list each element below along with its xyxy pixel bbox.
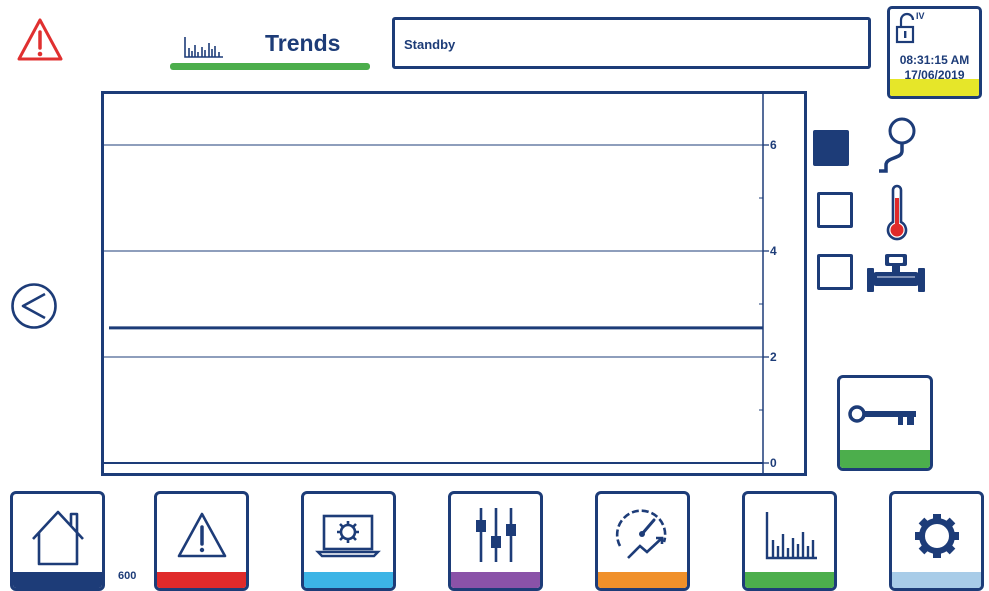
sliders-icon (476, 508, 516, 562)
trends-icon (765, 512, 817, 560)
y-tick-label: 6 (770, 138, 777, 152)
home-icon (32, 510, 84, 566)
gear-icon (915, 514, 959, 558)
status-box: Standby (392, 17, 871, 69)
page-title: Trends (265, 30, 341, 56)
maintenance-key-button[interactable] (837, 375, 933, 471)
nav-performance-button[interactable] (595, 491, 690, 591)
nav-trends-button[interactable] (742, 491, 837, 591)
nav-system-button[interactable] (301, 491, 396, 591)
nav-system-strip (304, 572, 393, 588)
flow-meter-icon (867, 254, 925, 292)
temperature-sensor-checkbox[interactable] (817, 192, 853, 228)
pressure-sensor-checkbox[interactable] (813, 130, 849, 166)
active-tab-indicator (170, 63, 370, 70)
nav-configuration-button[interactable] (889, 491, 984, 591)
trend-chart[interactable]: 0 2 4 6 (101, 91, 807, 476)
alarm-warning-icon[interactable] (17, 17, 63, 63)
access-level-label: IV (916, 11, 925, 21)
y-tick-label: 4 (770, 244, 777, 258)
unlock-icon: IV (895, 11, 925, 44)
y-tick-label: 0 (770, 456, 777, 470)
nav-settings-strip (451, 572, 540, 588)
screen-number: 600 (118, 570, 137, 582)
login-button[interactable]: IV 08:31:15 AM 17/06/2019 (887, 6, 982, 99)
nav-alarms-strip (157, 572, 246, 588)
nav-home-button[interactable] (10, 491, 105, 591)
access-level-strip (890, 79, 979, 96)
status-text: Standby (404, 37, 456, 52)
nav-settings-button[interactable] (448, 491, 543, 591)
laptop-gear-icon (315, 514, 381, 558)
key-status-strip (840, 450, 930, 468)
trend-chart-icon (184, 37, 223, 58)
nav-performance-strip (598, 572, 687, 588)
pressure-sensor-icon (879, 117, 916, 173)
key-icon (848, 405, 916, 425)
back-button[interactable] (10, 272, 58, 340)
chart-frame (101, 91, 807, 476)
thermometer-icon (886, 184, 908, 241)
nav-configuration-strip (892, 572, 981, 588)
speedometer-icon (615, 509, 667, 559)
warning-icon (177, 512, 227, 558)
nav-home-strip (13, 572, 102, 588)
nav-alarms-button[interactable] (154, 491, 249, 591)
nav-trends-strip (745, 572, 834, 588)
current-time: 08:31:15 AM (899, 53, 970, 67)
flow-meter-checkbox[interactable] (817, 254, 853, 290)
y-tick-label: 2 (770, 350, 777, 364)
